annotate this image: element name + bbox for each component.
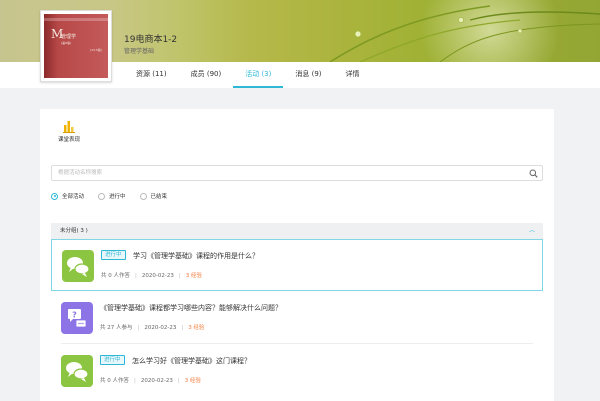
group-header[interactable]: 未分组( 3 ) ︿ (51, 223, 543, 239)
activity-title[interactable]: 《管理学基础》课程都学习哪些内容？能够解决什么问题？ (100, 303, 282, 313)
cover-edition: (13.5版) (89, 48, 102, 52)
filter-all-label: 全部活动 (62, 194, 85, 200)
cover-book-title: 管理学 (61, 34, 77, 40)
filter-ongoing-label: 进行中 (109, 194, 126, 200)
experience-points: 3 经验 (185, 273, 202, 279)
qa-icon: ? (61, 302, 93, 334)
chat-bubbles-icon (62, 250, 94, 282)
participant-count: 共 0 人作答 (101, 273, 130, 279)
activity-item[interactable]: ? 《管理学基础》课程都学习哪些内容？能够解决什么问题？ 共 27 人参与 | 20… (51, 292, 543, 344)
course-subtitle: 管理学基础 (124, 48, 155, 55)
activity-meta: 共 27 人参与 | 2020-02-23 | 3 经验 (100, 325, 205, 331)
radio-icon (139, 192, 147, 200)
search-input[interactable] (52, 166, 512, 180)
filter-all[interactable]: 全部活动 (51, 192, 84, 200)
course-performance-button[interactable]: 课堂表现 (54, 119, 84, 143)
course-cover: M 管理学 (第6版) (13.5版) (40, 10, 112, 82)
course-tabs: 资源 (11) 成员 (90) 活动 (3) 消息 (9) 详情 (124, 62, 372, 88)
experience-points: 3 经验 (184, 378, 201, 384)
tab-activities[interactable]: 活动 (3) (233, 62, 284, 88)
chevron-up-icon[interactable]: ︿ (529, 223, 535, 239)
activity-date: 2020-02-23 (144, 325, 177, 331)
activity-date: 2020-02-23 (140, 378, 173, 384)
participant-count: 共 27 人参与 (100, 325, 133, 331)
cover-volume: (第6版) (61, 41, 72, 45)
status-badge: 进行中 (100, 355, 125, 365)
tab-members[interactable]: 成员 (90) (179, 62, 234, 88)
activity-search (51, 165, 543, 181)
activity-item[interactable]: 进行中 学习《管理学基础》课程的作用是什么？ 共 0 人作答 | 2020-02-2… (51, 239, 543, 291)
filter-ongoing[interactable]: 进行中 (98, 192, 126, 200)
course-performance-label: 课堂表现 (57, 137, 80, 143)
svg-text:?: ? (72, 311, 77, 320)
tab-details[interactable]: 详情 (334, 62, 372, 88)
radio-icon (98, 192, 106, 200)
activity-date: 2020-02-23 (141, 273, 174, 279)
experience-points: 3 经验 (188, 325, 205, 331)
search-icon[interactable] (529, 169, 538, 178)
activity-meta: 共 0 人作答 | 2020-02-23 | 3 经验 (101, 273, 202, 279)
status-filter: 全部活动 进行中 已结束 (51, 192, 167, 200)
activity-item[interactable]: 进行中 怎么学习好《管理学基础》这门课程？ 共 0 人作答 | 2020-02-23… (51, 345, 543, 397)
filter-ended[interactable]: 已结束 (139, 192, 168, 200)
course-title: 19电商本1-2 (124, 35, 178, 45)
filter-ended-label: 已结束 (150, 194, 168, 200)
status-badge: 进行中 (101, 250, 126, 260)
activity-meta: 共 0 人作答 | 2020-02-23 | 3 经验 (100, 378, 201, 384)
activity-title[interactable]: 怎么学习好《管理学基础》这门课程？ (132, 356, 251, 366)
course-header: M 管理学 (第6版) (13.5版) 19电商本1-2 管理学基础 资源 (1… (0, 0, 600, 88)
group-label: 未分组( 3 ) (60, 228, 88, 234)
tab-messages[interactable]: 消息 (9) (283, 62, 333, 88)
activity-panel: 课堂表现 全部活动 进行中 已结束 未分组( 3 ) ︿ (40, 109, 554, 401)
tab-resources[interactable]: 资源 (11) (124, 62, 179, 88)
bar-chart-icon (62, 119, 76, 133)
chat-bubbles-icon (61, 355, 93, 387)
radio-checked-icon (51, 192, 58, 200)
participant-count: 共 0 人作答 (100, 378, 129, 384)
activity-title[interactable]: 学习《管理学基础》课程的作用是什么？ (133, 251, 259, 261)
